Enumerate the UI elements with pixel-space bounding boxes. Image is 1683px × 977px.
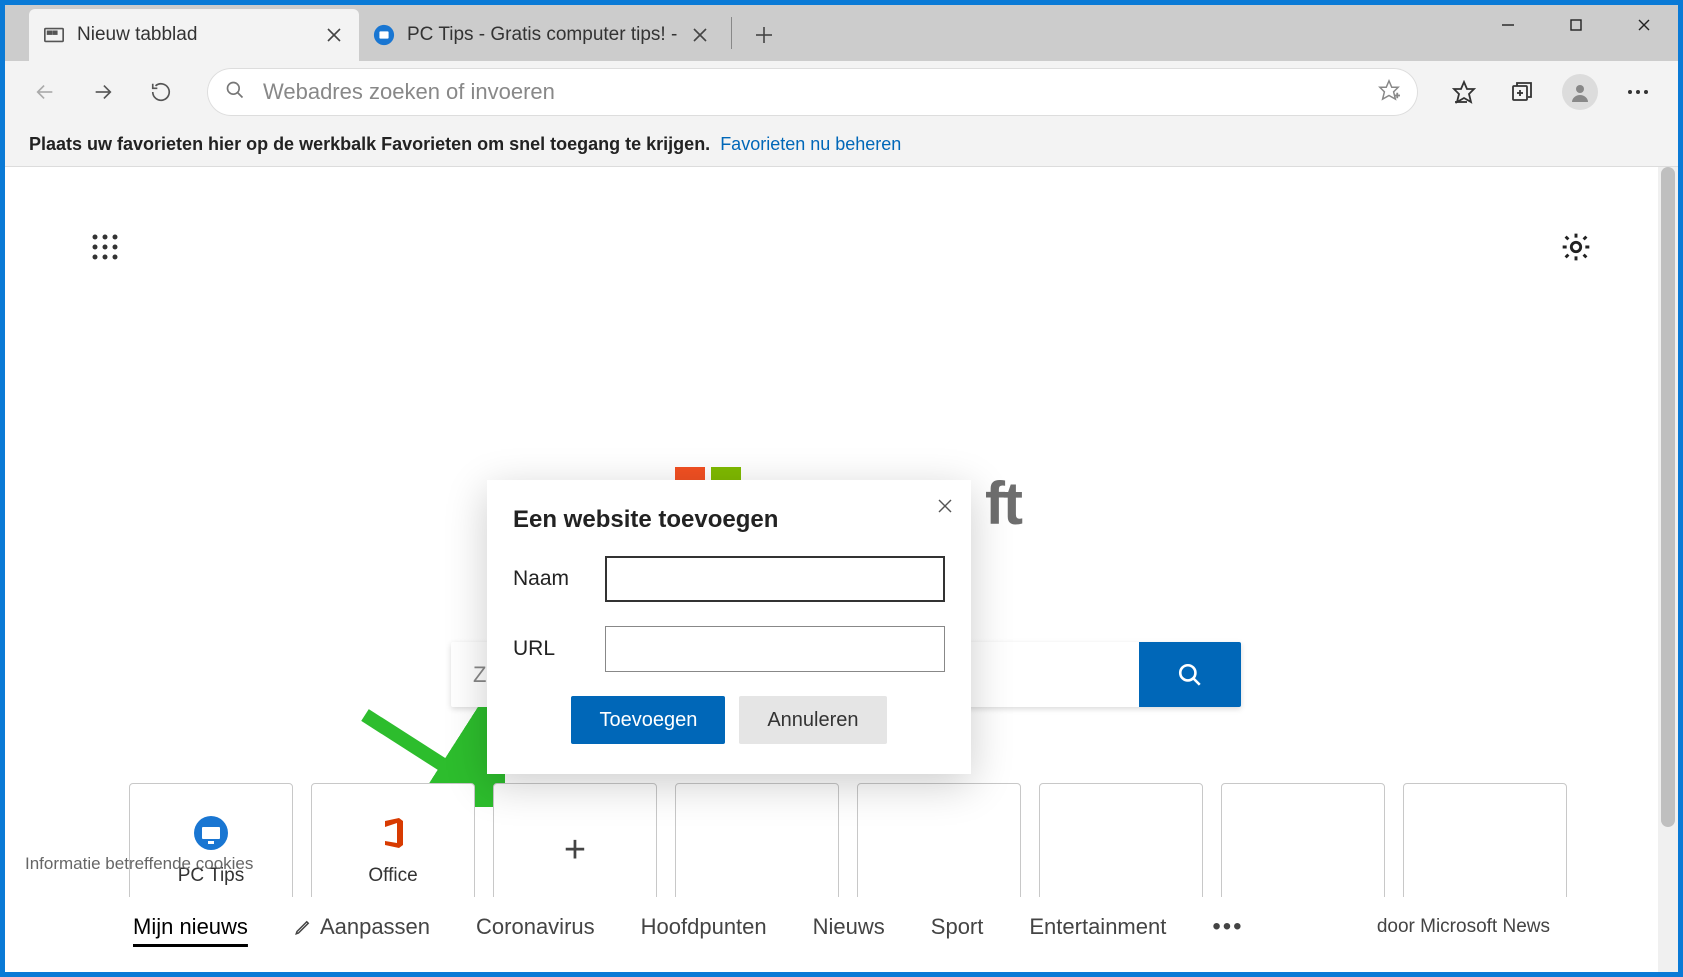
- favorites-button[interactable]: [1442, 70, 1486, 114]
- favorites-hint: Plaats uw favorieten hier op de werkbalk…: [29, 134, 710, 155]
- logo-text-fragment: ft: [985, 469, 1021, 538]
- page-settings-icon[interactable]: [1560, 231, 1592, 263]
- site-icon: [373, 24, 395, 46]
- news-tab-mijn-nieuws[interactable]: Mijn nieuws: [133, 914, 248, 940]
- address-bar[interactable]: Webadres zoeken of invoeren: [207, 68, 1418, 116]
- tab-new[interactable]: Nieuw tabblad: [29, 9, 359, 61]
- manage-favorites-link[interactable]: Favorieten nu beheren: [720, 134, 901, 155]
- dialog-title: Een website toevoegen: [513, 506, 945, 534]
- refresh-button[interactable]: [139, 70, 183, 114]
- star-add-icon[interactable]: [1378, 79, 1400, 106]
- pctips-icon: [193, 815, 229, 851]
- news-attribution: door Microsoft News: [1377, 916, 1550, 938]
- forward-button[interactable]: [81, 70, 125, 114]
- tab-title: PC Tips - Gratis computer tips! -: [407, 24, 677, 46]
- tab-pctips[interactable]: PC Tips - Gratis computer tips! -: [359, 9, 725, 61]
- news-bar: Mijn nieuws Aanpassen Coronavirus Hoofdp…: [5, 897, 1678, 972]
- news-more-button[interactable]: •••: [1212, 913, 1243, 941]
- address-placeholder: Webadres zoeken of invoeren: [263, 79, 1378, 105]
- close-window-button[interactable]: [1610, 5, 1678, 45]
- news-tab-entertainment[interactable]: Entertainment: [1029, 914, 1166, 940]
- name-input[interactable]: [605, 556, 945, 602]
- url-label: URL: [513, 637, 587, 661]
- dialog-close-button[interactable]: [933, 494, 957, 518]
- menu-button[interactable]: [1616, 70, 1660, 114]
- scrollbar[interactable]: [1658, 167, 1678, 972]
- collections-button[interactable]: [1500, 70, 1544, 114]
- tile-label: Office: [368, 865, 417, 887]
- news-tab-aanpassen[interactable]: Aanpassen: [294, 914, 430, 940]
- news-tab-nieuws[interactable]: Nieuws: [813, 914, 885, 940]
- url-input[interactable]: [605, 626, 945, 672]
- toolbar: Webadres zoeken of invoeren: [5, 61, 1678, 123]
- tabs: Nieuw tabblad PC Tips - Gratis computer …: [5, 5, 790, 61]
- pencil-icon: [294, 918, 312, 936]
- office-icon: [375, 815, 411, 851]
- news-tab-coronavirus[interactable]: Coronavirus: [476, 914, 595, 940]
- tab-close-button[interactable]: [689, 24, 711, 46]
- name-label: Naam: [513, 567, 587, 591]
- app-launcher-icon[interactable]: [91, 233, 119, 261]
- news-tab-sport[interactable]: Sport: [931, 914, 984, 940]
- profile-button[interactable]: [1558, 70, 1602, 114]
- minimize-button[interactable]: [1474, 5, 1542, 45]
- avatar-icon: [1562, 74, 1598, 110]
- add-website-dialog: Een website toevoegen Naam URL Toevoegen…: [487, 480, 971, 774]
- add-button[interactable]: Toevoegen: [571, 696, 725, 744]
- scrollbar-thumb[interactable]: [1661, 167, 1675, 827]
- cancel-button[interactable]: Annuleren: [739, 696, 886, 744]
- back-button[interactable]: [23, 70, 67, 114]
- newtab-icon: [43, 24, 65, 46]
- content-area: ft Zo PC Tips Office + Informatie betref…: [5, 167, 1678, 972]
- favorites-bar: Plaats uw favorieten hier op de werkbalk…: [5, 123, 1678, 167]
- tab-separator: [731, 17, 732, 49]
- new-tab-button[interactable]: [738, 9, 790, 61]
- news-tab-hoofdpunten[interactable]: Hoofdpunten: [641, 914, 767, 940]
- tab-title: Nieuw tabblad: [77, 24, 311, 46]
- tab-close-button[interactable]: [323, 24, 345, 46]
- search-icon: [225, 80, 245, 105]
- maximize-button[interactable]: [1542, 5, 1610, 45]
- search-button[interactable]: [1139, 642, 1241, 707]
- window-controls: [1474, 5, 1678, 45]
- titlebar: Nieuw tabblad PC Tips - Gratis computer …: [5, 5, 1678, 61]
- cookies-info-link[interactable]: Informatie betreffende cookies: [25, 854, 253, 874]
- plus-icon: +: [564, 829, 586, 872]
